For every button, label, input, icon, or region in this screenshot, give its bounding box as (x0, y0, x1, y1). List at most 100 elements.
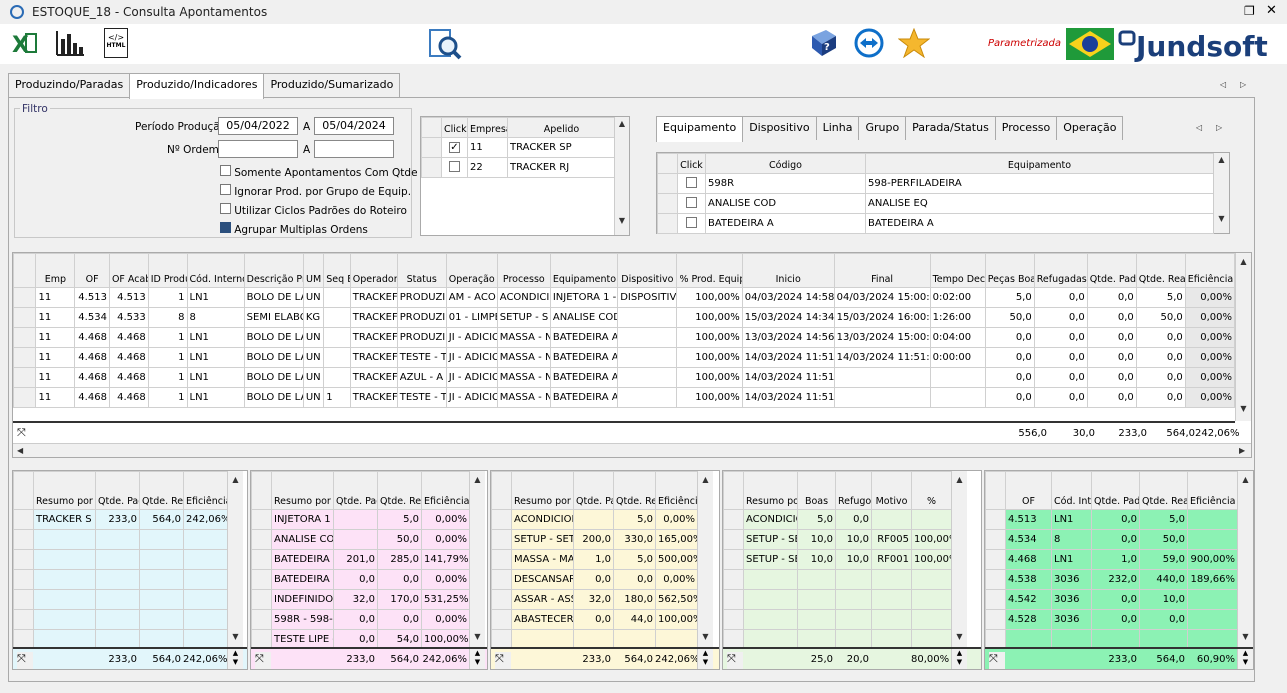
table-row[interactable]: 4.542 3036 0,0 10,0 (985, 589, 1238, 610)
table-row[interactable]: 598R 598-PERFILADEIRA (657, 173, 1214, 194)
table-row[interactable]: ANALISE CO 50,0 0,00% (251, 529, 470, 550)
main-grid-hscrollbar[interactable]: ◀ ▶ (13, 443, 1251, 457)
table-row[interactable] (723, 569, 952, 590)
main-col-header[interactable]: Qtde. Padrão (1086, 253, 1137, 288)
summary-col-header[interactable]: Resumo por Processo (511, 471, 574, 510)
summary-col-header[interactable]: Eficiência (183, 471, 228, 510)
table-row[interactable]: ABASTECER0,044,0100,00% (491, 609, 698, 630)
spinner[interactable]: ▲ ▼ (227, 649, 243, 669)
date-from-input[interactable]: 05/04/2022 (218, 117, 298, 135)
main-col-header[interactable]: Seq Exec (323, 253, 351, 288)
teamviewer-icon[interactable] (854, 28, 884, 58)
summary-col-header[interactable]: Eficiência (655, 471, 698, 510)
table-row[interactable]: SETUP - SE10,010,0RF001100,00% (723, 549, 952, 570)
summary-col-header[interactable]: Motivo (871, 471, 912, 510)
main-col-header[interactable]: OF (74, 253, 110, 288)
summary-col-header[interactable]: Refugo (835, 471, 872, 510)
summary-col-header[interactable]: Qtde. Real (377, 471, 422, 510)
tab-linha[interactable]: Linha (815, 116, 860, 140)
tab-produzindo-paradas[interactable]: Produzindo/Paradas (8, 73, 131, 97)
main-col-header[interactable]: Status (396, 253, 447, 288)
main-col-header[interactable]: Descrição Produto (243, 253, 304, 288)
summary-scrollbar[interactable]: ▲ ▼ (1237, 471, 1253, 647)
col-apelido[interactable]: Apelido (507, 117, 616, 138)
help-book-icon[interactable]: ? (808, 28, 838, 58)
summary-col-header[interactable]: Eficiência (1187, 471, 1238, 510)
empresa-checkbox[interactable]: ✓ (449, 142, 460, 153)
main-col-header[interactable]: Inicio (741, 253, 835, 288)
table-row[interactable]: TRACKER S 233,0 564,0 242,06% (13, 509, 228, 530)
table-row[interactable]: 598R - 598-P 0,0 0,0 0,00% (251, 609, 470, 630)
table-row[interactable]: ✓ 11 TRACKER SP (421, 137, 616, 158)
tab-produzido-sumarizado[interactable]: Produzido/Sumarizado (263, 73, 401, 97)
table-row[interactable]: SETUP - SE10,010,0RF005100,00% (723, 529, 952, 550)
table-row[interactable]: 4.534 8 0,0 50,0 (985, 529, 1238, 550)
favorite-star-icon[interactable] (897, 27, 931, 59)
main-col-header[interactable]: Final (833, 253, 931, 288)
summary-col-header[interactable]: Resumo por Equipamento (271, 471, 334, 510)
table-row[interactable]: 11 4.468 4.468 1 LN1 BOLO DE LA UN 1 TRACKEF TEST… (13, 387, 1236, 408)
summary-col-header[interactable]: Qtde. Padrão (1091, 471, 1140, 510)
table-row[interactable]: 22 TRACKER RJ (421, 157, 616, 178)
summary-col-header[interactable]: OF (1005, 471, 1052, 510)
tab-produzido-indicadores[interactable]: Produzido/Indicadores (129, 73, 265, 99)
spinner[interactable]: ▲ ▼ (951, 649, 967, 669)
table-row[interactable]: 11 4.468 4.468 1 LN1 BOLO DE LA UN TRACKEF AZUL … (13, 367, 1236, 388)
table-row[interactable]: BATEDEIRA A 201,0 285,0 141,79% (251, 549, 470, 570)
main-col-header[interactable]: Processo (496, 253, 551, 288)
tabs-scroll-right-icon[interactable]: ▷ (1240, 80, 1246, 89)
table-row[interactable]: BATEDEIRA B 0,0 0,0 0,00% (251, 569, 470, 590)
table-row[interactable]: ANALISE COD ANALISE EQ (657, 193, 1214, 214)
checkbox[interactable] (220, 184, 231, 195)
summary-col-header[interactable]: Resumo por Refugo (743, 471, 798, 510)
summary-col-header[interactable]: Qtde. Padrão (333, 471, 378, 510)
summary-scrollbar[interactable]: ▲ ▼ (469, 471, 485, 647)
table-row[interactable]: 4.528 3036 0,0 0,0 (985, 609, 1238, 630)
tab-processo[interactable]: Processo (994, 116, 1058, 140)
ordem-to-input[interactable] (314, 140, 394, 158)
col-codigo[interactable]: Código (705, 153, 866, 174)
tabs-scroll-left-icon[interactable]: ◁ (1220, 80, 1226, 89)
table-row[interactable] (723, 609, 952, 630)
summary-col-header[interactable]: Resumo por Operador (33, 471, 96, 510)
tab-operacao[interactable]: Operação (1056, 116, 1124, 140)
table-row[interactable]: DESCANSAR 0,0 0,0 0,00% (491, 569, 698, 590)
table-row[interactable]: 4.468 LN1 1,0 59,0 900,00% (985, 549, 1238, 570)
table-row[interactable]: INDEFINIDO -32,0 170,0 531,25% (251, 589, 470, 610)
date-to-input[interactable]: 05/04/2024 (314, 117, 394, 135)
checkbox[interactable] (220, 222, 231, 233)
main-col-header[interactable]: Qtde. Real (1135, 253, 1186, 288)
col-empresa[interactable]: Empresa (467, 117, 508, 138)
option-ciclos-padroes[interactable]: Utilizar Ciclos Padrões do Roteiro (220, 203, 407, 217)
main-col-header[interactable]: Dispositivo (617, 253, 678, 288)
table-row[interactable]: 4.538 3036 232,0 440,0 189,66% (985, 569, 1238, 590)
main-col-header[interactable]: OF Acabado (108, 253, 149, 288)
table-row[interactable] (13, 549, 228, 570)
table-row[interactable]: ASSAR - ASS32,0180,0562,50% (491, 589, 698, 610)
chart-icon[interactable] (54, 29, 86, 57)
table-row[interactable]: SETUP - SET200,0330,0165,00% (491, 529, 698, 550)
spinner[interactable]: ▲ ▼ (469, 649, 485, 669)
table-row[interactable]: ACONDICIC 5,0 0,0 (723, 509, 952, 530)
option-ignorar-grupo[interactable]: Ignorar Prod. por Grupo de Equip. (220, 184, 411, 198)
equip-checkbox[interactable] (686, 196, 697, 208)
ordem-from-input[interactable] (218, 140, 298, 158)
summary-col-header[interactable]: Cód. Interno (1051, 471, 1092, 510)
main-col-header[interactable]: Peças Boas (984, 253, 1035, 288)
summary-col-header[interactable]: Eficiência (421, 471, 470, 510)
table-row[interactable] (13, 529, 228, 550)
summary-scrollbar[interactable]: ▲ ▼ (951, 471, 967, 647)
main-col-header[interactable]: Operador (349, 253, 398, 288)
main-col-header[interactable]: ID Produto (147, 253, 188, 288)
restore-icon[interactable]: ❐ (1244, 4, 1255, 18)
option-agrupar-ordens[interactable]: Agrupar Multiplas Ordens (220, 222, 368, 236)
table-row[interactable] (13, 609, 228, 630)
summary-col-header[interactable]: % (911, 471, 952, 510)
spinner[interactable]: ▲ ▼ (1237, 649, 1253, 669)
summary-scrollbar[interactable]: ▲ ▼ (697, 471, 713, 647)
checkbox[interactable] (220, 203, 231, 214)
preview-search-icon[interactable] (428, 28, 462, 60)
table-row[interactable]: 4.513 LN1 0,0 5,0 (985, 509, 1238, 530)
summary-col-header[interactable]: Qtde. Real (613, 471, 656, 510)
equip-checkbox[interactable] (686, 216, 697, 228)
